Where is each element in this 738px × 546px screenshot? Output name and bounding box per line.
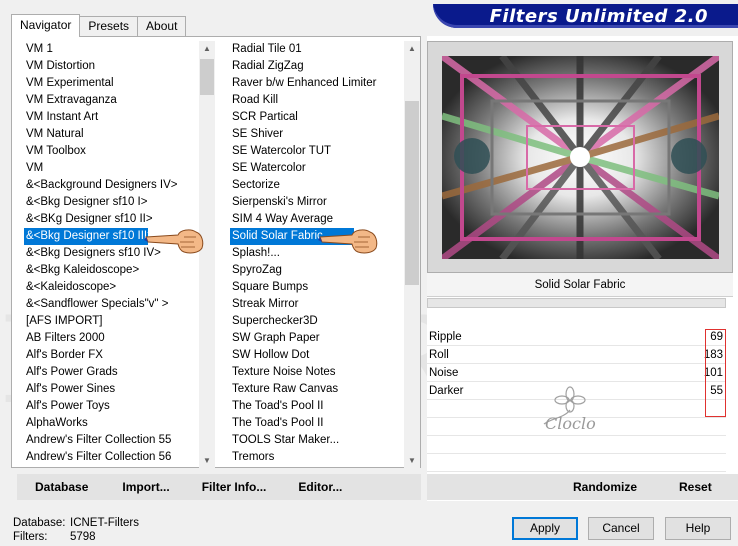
value-highlight-box xyxy=(705,329,726,417)
title-banner: Filters Unlimited 2.0 xyxy=(433,4,738,28)
current-filter-label: Solid Solar Fabric xyxy=(427,273,733,297)
param-row-darker[interactable]: Darker 55 xyxy=(427,382,726,400)
category-item[interactable]: Alf's Border FX xyxy=(24,347,196,364)
tab-presets[interactable]: Presets xyxy=(79,16,139,36)
filter-item[interactable]: Streak Mirror xyxy=(230,296,402,313)
param-row-roll[interactable]: Roll 183 xyxy=(427,346,726,364)
filters-count: 5798 xyxy=(70,531,96,543)
filter-item[interactable]: Road Kill xyxy=(230,92,402,109)
app-title: Filters Unlimited 2.0 xyxy=(489,6,708,27)
apply-button[interactable]: Apply xyxy=(512,517,578,540)
filter-item[interactable]: Radial ZigZag xyxy=(230,58,402,75)
scroll-up-arrow-icon[interactable]: ▲ xyxy=(404,41,420,57)
filter-item[interactable]: SW Hollow Dot xyxy=(230,347,402,364)
settings-button-bar: Randomize Reset xyxy=(427,474,738,500)
database-label: Database: xyxy=(13,517,66,529)
scroll-up-arrow-icon[interactable]: ▲ xyxy=(199,41,215,57)
help-button[interactable]: Help xyxy=(665,517,731,540)
filter-item[interactable]: Raver b/w Enhanced Limiter xyxy=(230,75,402,92)
category-item[interactable]: VM Extravaganza xyxy=(24,92,196,109)
filter-item[interactable]: SE Watercolor xyxy=(230,160,402,177)
reset-button[interactable]: Reset xyxy=(675,480,716,494)
category-item[interactable]: Alf's Power Sines xyxy=(24,381,196,398)
param-row-noise[interactable]: Noise 101 xyxy=(427,364,726,382)
filter-scrollbar[interactable]: ▲ ▼ xyxy=(404,41,420,469)
parameter-list: Ripple 69 Roll 183 Noise 101 Darker 55 xyxy=(427,328,726,472)
category-item[interactable]: &<Bkg Designer sf10 III> xyxy=(24,228,154,245)
tab-about[interactable]: About xyxy=(137,16,187,36)
category-item[interactable]: &<Sandflower Specials"v" > xyxy=(24,296,196,313)
filters-label: Filters: xyxy=(13,531,48,543)
filter-progress-bar xyxy=(427,298,726,308)
category-item[interactable]: Andrew's Filter Collection 55 xyxy=(24,432,196,449)
filter-item[interactable]: Radial Tile 01 xyxy=(230,41,402,58)
param-label: Noise xyxy=(429,367,459,379)
param-row-empty xyxy=(427,436,726,454)
category-item[interactable]: &<Background Designers IV> xyxy=(24,177,196,194)
category-item[interactable]: &<Bkg Kaleidoscope> xyxy=(24,262,196,279)
category-item[interactable]: &<Bkg Designer sf10 I> xyxy=(24,194,196,211)
cloclo-watermark: Cloclo xyxy=(545,414,596,433)
category-item[interactable]: VM Natural xyxy=(24,126,196,143)
category-item[interactable]: Alf's Power Toys xyxy=(24,398,196,415)
param-row-empty xyxy=(427,454,726,472)
category-item[interactable]: Alf's Power Grads xyxy=(24,364,196,381)
param-label: Ripple xyxy=(429,331,462,343)
preview-image xyxy=(442,56,719,259)
filter-item[interactable]: SCR Partical xyxy=(230,109,402,126)
pointing-hand-icon xyxy=(144,229,204,254)
preview-frame xyxy=(427,41,733,273)
scroll-down-arrow-icon[interactable]: ▼ xyxy=(199,453,215,469)
category-item[interactable]: [AFS IMPORT] xyxy=(24,313,196,330)
import-button[interactable]: Import... xyxy=(118,480,173,494)
category-item[interactable]: AB Filters 2000 xyxy=(24,330,196,347)
filter-info-button[interactable]: Filter Info... xyxy=(198,480,271,494)
database-value: ICNET-Filters xyxy=(70,517,139,529)
pointing-hand-icon xyxy=(318,229,378,254)
filter-item[interactable]: SpyroZag xyxy=(230,262,402,279)
filter-item[interactable]: SW Graph Paper xyxy=(230,330,402,347)
category-item[interactable]: VM Distortion xyxy=(24,58,196,75)
category-item[interactable]: Andrew's Filter Collection 56 xyxy=(24,449,196,461)
scroll-thumb[interactable] xyxy=(405,101,419,285)
param-row-ripple[interactable]: Ripple 69 xyxy=(427,328,726,346)
category-item[interactable]: &<Kaleidoscope> xyxy=(24,279,196,296)
param-label: Roll xyxy=(429,349,449,361)
category-item[interactable]: VM 1 xyxy=(24,41,196,58)
scroll-down-arrow-icon[interactable]: ▼ xyxy=(404,453,420,469)
filter-item[interactable]: Tremors xyxy=(230,449,402,461)
filter-item[interactable]: Texture Raw Canvas xyxy=(230,381,402,398)
filter-item[interactable]: SE Shiver xyxy=(230,126,402,143)
tab-strip: Navigator Presets About xyxy=(11,14,187,37)
filter-item[interactable]: TOOLS Star Maker... xyxy=(230,432,402,449)
category-item[interactable]: VM Experimental xyxy=(24,75,196,92)
filter-item[interactable]: Sierpenski's Mirror xyxy=(230,194,402,211)
cancel-button[interactable]: Cancel xyxy=(588,517,654,540)
status-info: Database: ICNET-Filters Filters: 5798 xyxy=(13,516,139,544)
filter-item[interactable]: Superchecker3D xyxy=(230,313,402,330)
randomize-button[interactable]: Randomize xyxy=(569,480,641,494)
database-button[interactable]: Database xyxy=(31,480,92,494)
filter-item[interactable]: The Toad's Pool II xyxy=(230,415,402,432)
category-item[interactable]: VM Instant Art xyxy=(24,109,196,126)
category-item[interactable]: VM Toolbox xyxy=(24,143,196,160)
scroll-thumb[interactable] xyxy=(200,59,214,95)
filter-item[interactable]: Sectorize xyxy=(230,177,402,194)
navigator-button-bar: Database Import... Filter Info... Editor… xyxy=(17,474,421,500)
param-label: Darker xyxy=(429,385,464,397)
category-item[interactable]: AlphaWorks xyxy=(24,415,196,432)
category-item[interactable]: VM xyxy=(24,160,196,177)
filter-item[interactable]: Square Bumps xyxy=(230,279,402,296)
filter-item[interactable]: Texture Noise Notes xyxy=(230,364,402,381)
tab-navigator[interactable]: Navigator xyxy=(11,14,81,37)
editor-button[interactable]: Editor... xyxy=(294,480,346,494)
filter-item[interactable]: The Toad's Pool II xyxy=(230,398,402,415)
filter-item[interactable]: SE Watercolor TUT xyxy=(230,143,402,160)
